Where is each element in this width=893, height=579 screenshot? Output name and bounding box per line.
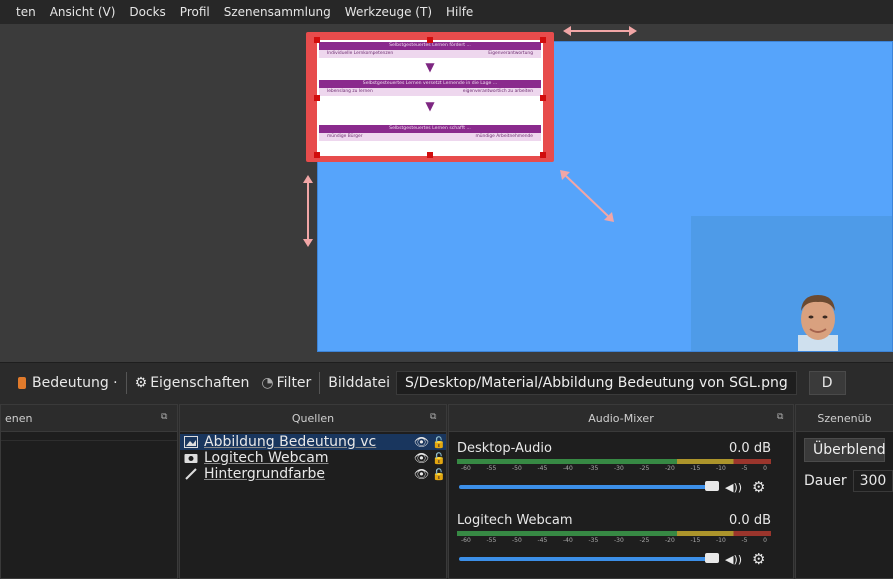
source-item[interactable]: Logitech Webcam 👁 🔓 bbox=[180, 450, 446, 466]
resize-arrow-vertical bbox=[303, 175, 313, 247]
diagram-row2-left: lebenslang zu lernen bbox=[327, 89, 373, 94]
mixer-channel-desktop: Desktop-Audio 0.0 dB -60 -55 -50 -45 -40 -35-… bbox=[453, 441, 775, 496]
source-icon-indicator bbox=[18, 377, 26, 389]
menu-item-ansicht[interactable]: Ansicht (V) bbox=[50, 5, 116, 19]
image-file-label: Bilddatei bbox=[328, 375, 391, 391]
resize-handle-bottom[interactable] bbox=[427, 152, 433, 158]
meter-ticks: -60 -55 -50 -45 -40 -35 -30 -25 -20 -15 -10 -5 0 bbox=[461, 537, 767, 544]
webcam-person bbox=[798, 295, 838, 351]
menu-item-docks[interactable]: Docks bbox=[129, 5, 165, 19]
transition-duration: Dauer 300 bbox=[804, 470, 893, 492]
scenes-list[interactable] bbox=[1, 432, 177, 441]
volume-meter bbox=[457, 531, 771, 536]
current-source-label: Bedeutung · bbox=[32, 375, 118, 391]
browse-button[interactable]: D bbox=[808, 371, 846, 395]
diagram-arrow-2: ▼ bbox=[425, 99, 435, 113]
source-name: Hintergrundfarbe bbox=[204, 466, 325, 482]
properties-label: Eigenschaften bbox=[150, 375, 250, 391]
toolbar-divider bbox=[319, 372, 321, 394]
diagram-row1-right: Eigenverantwortung bbox=[488, 51, 533, 56]
diagram-row2-items: lebenslang zu lernen eigenverantwortlich… bbox=[319, 88, 541, 96]
webcam-feed[interactable] bbox=[691, 216, 892, 351]
brush-icon bbox=[185, 468, 197, 480]
resize-handle-right[interactable] bbox=[540, 95, 546, 101]
source-name: Abbildung Bedeutung vc bbox=[204, 434, 377, 450]
slider-knob[interactable] bbox=[705, 481, 719, 491]
channel-name: Desktop-Audio bbox=[457, 441, 552, 456]
lock-icon[interactable]: 🔓 bbox=[432, 436, 446, 449]
menu-item-hilfe[interactable]: Hilfe bbox=[446, 5, 473, 19]
toolbar-divider bbox=[125, 372, 127, 394]
float-icon[interactable]: ⧉ bbox=[430, 413, 438, 422]
diagram-row2-header: Selbstgesteuertes Lernen versetzt Lernen… bbox=[319, 80, 541, 88]
resize-handle-bottom-left[interactable] bbox=[314, 152, 320, 158]
diagram-arrow-1: ▼ bbox=[425, 60, 435, 74]
transition-select[interactable]: Überblend bbox=[804, 438, 886, 462]
transitions-title: Szenenüb bbox=[817, 411, 872, 425]
duration-label: Dauer bbox=[804, 473, 847, 489]
lock-icon[interactable]: 🔓 bbox=[432, 468, 446, 481]
diagram-row3-left: mündige Bürger bbox=[327, 134, 363, 139]
menu-item-bearbeiten[interactable]: ten bbox=[16, 5, 36, 19]
sources-dock: Quellen ⧉ Abbildung Bedeutung vc 👁 🔓 Log… bbox=[179, 404, 447, 579]
filter-icon: ◔ bbox=[261, 375, 274, 391]
mixer-title: Audio-Mixer bbox=[588, 411, 654, 425]
slider-knob[interactable] bbox=[705, 553, 719, 563]
channel-level: 0.0 dB bbox=[729, 513, 771, 528]
gear-icon: ⚙ bbox=[134, 375, 148, 391]
lock-icon[interactable]: 🔓 bbox=[432, 452, 446, 465]
diagram-row3-right: mündige Arbeitnehmende bbox=[475, 134, 534, 139]
duration-input[interactable]: 300 bbox=[852, 470, 893, 492]
eye-icon[interactable]: 👁 bbox=[414, 467, 432, 481]
scenes-title: enen bbox=[5, 411, 33, 425]
scenes-dock: enen ⧉ bbox=[0, 404, 178, 579]
image-icon bbox=[184, 436, 198, 448]
menu-item-profil[interactable]: Profil bbox=[180, 5, 210, 19]
menu-item-werkzeuge[interactable]: Werkzeuge (T) bbox=[345, 5, 432, 19]
source-item[interactable]: Hintergrundfarbe 👁 🔓 bbox=[180, 466, 446, 482]
filter-button[interactable]: ◔ Filter bbox=[261, 375, 311, 391]
diagram-row1-header: Selbstgesteuertes Lernen fördert ... bbox=[319, 42, 541, 50]
camera-icon bbox=[184, 454, 198, 463]
meter-ticks: -60 -55 -50 -45 -40 -35 -30 -25 -20 -15 -10 -5 0 bbox=[461, 465, 767, 472]
properties-button[interactable]: ⚙ Eigenschaften bbox=[135, 375, 250, 391]
resize-arrow-horizontal bbox=[563, 26, 637, 36]
float-icon[interactable]: ⧉ bbox=[777, 413, 785, 422]
mixer-channel-webcam: Logitech Webcam 0.0 dB -60 -55 -50 -45 -40 -3… bbox=[453, 513, 775, 568]
diagram-row3-header: Selbstgesteuertes Lernen schafft ... bbox=[319, 125, 541, 133]
source-item[interactable]: Abbildung Bedeutung vc 👁 🔓 bbox=[180, 434, 446, 450]
audio-mixer-dock: Audio-Mixer ⧉ Desktop-Audio 0.0 dB -60 -5… bbox=[448, 404, 794, 579]
gear-icon[interactable]: ⚙ bbox=[752, 478, 765, 496]
menu-item-szenensammlung[interactable]: Szenensammlung bbox=[224, 5, 331, 19]
volume-meter bbox=[457, 459, 771, 464]
resize-handle-bottom-right[interactable] bbox=[540, 152, 546, 158]
filter-label: Filter bbox=[276, 375, 312, 391]
resize-handle-top-right[interactable] bbox=[540, 37, 546, 43]
gear-icon[interactable]: ⚙ bbox=[752, 550, 765, 568]
image-file-path[interactable]: S/Desktop/Material/Abbildung Bedeutung v… bbox=[396, 371, 797, 395]
diagram-image[interactable]: Selbstgesteuertes Lernen fördert ... Ind… bbox=[317, 40, 543, 156]
float-icon[interactable]: ⧉ bbox=[161, 413, 169, 422]
speaker-icon[interactable]: ◀)) bbox=[725, 553, 742, 566]
diagram-row3-items: mündige Bürger mündige Arbeitnehmende bbox=[319, 133, 541, 141]
transitions-dock: Szenenüb Überblend Dauer 300 bbox=[795, 404, 893, 579]
source-name: Logitech Webcam bbox=[204, 450, 329, 466]
menu-bar: ten Ansicht (V) Docks Profil Szenensamml… bbox=[0, 0, 893, 24]
diagram-row1-items: Individuelle Lernkompetenzen Eigenverant… bbox=[319, 50, 541, 58]
resize-handle-left[interactable] bbox=[314, 95, 320, 101]
volume-slider[interactable] bbox=[459, 553, 719, 563]
diagram-row1-left: Individuelle Lernkompetenzen bbox=[327, 51, 394, 56]
volume-slider[interactable] bbox=[459, 481, 719, 491]
eye-icon[interactable]: 👁 bbox=[414, 435, 432, 449]
resize-arrow-diagonal bbox=[560, 170, 614, 222]
diagram-row2-right: eigenverantwortlich zu arbeiten bbox=[462, 89, 533, 94]
channel-level: 0.0 dB bbox=[729, 441, 771, 456]
resize-handle-top-left[interactable] bbox=[314, 37, 320, 43]
resize-handle-top[interactable] bbox=[427, 37, 433, 43]
source-toolbar: Bedeutung · ⚙ Eigenschaften ◔ Filter Bil… bbox=[0, 362, 893, 403]
channel-name: Logitech Webcam bbox=[457, 513, 573, 528]
speaker-icon[interactable]: ◀)) bbox=[725, 481, 742, 494]
sources-title: Quellen bbox=[291, 411, 335, 425]
eye-icon[interactable]: 👁 bbox=[414, 451, 432, 465]
